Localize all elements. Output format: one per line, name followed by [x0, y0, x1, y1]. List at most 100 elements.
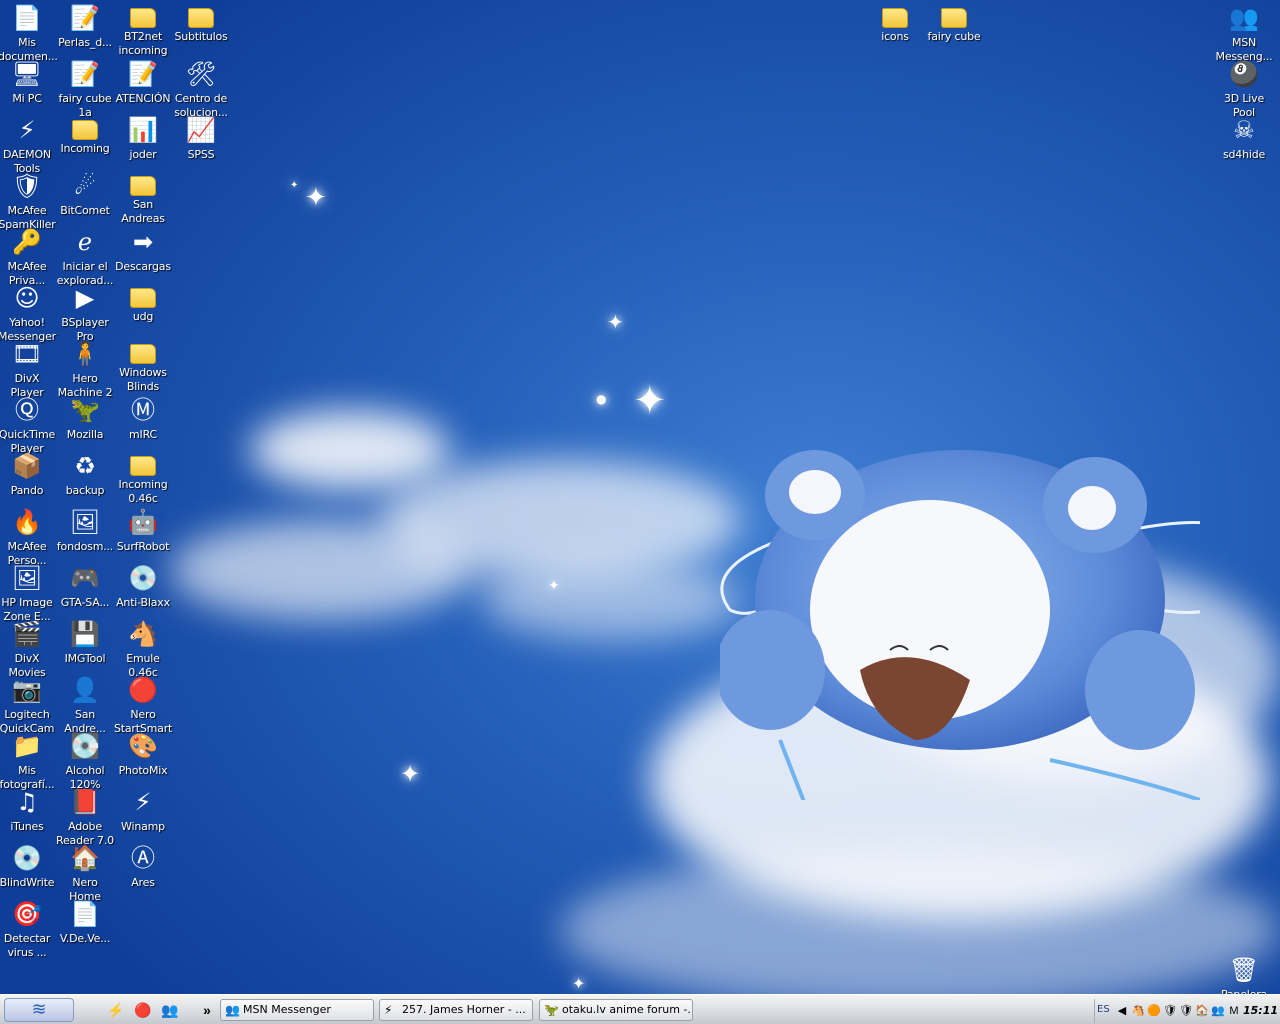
app-icon: 👥 [1229, 4, 1259, 32]
desktop-icon-label: Windows Blinds [119, 366, 167, 393]
sparkle-decoration: ✦ [572, 974, 586, 993]
folder-icon [188, 8, 214, 28]
desktop-icon-bt2net-incoming[interactable]: BT2net incoming [114, 2, 172, 58]
sparkle-decoration: ✦ [607, 310, 624, 334]
desktop-icon-daemon-tools[interactable]: ⚡ DAEMON Tools [0, 114, 56, 176]
sparkle-decoration: ✦ [400, 760, 421, 788]
app-icon: 📝 [70, 60, 100, 88]
desktop-icon-label: ATENCIÓN [115, 92, 171, 105]
desktop-icon-v-de-ve[interactable]: 📄 V.De.Ve... [56, 898, 114, 946]
desktop-icon-incoming[interactable]: Incoming [56, 114, 114, 156]
folder-icon [882, 8, 908, 28]
app-icon: 📈 [186, 116, 216, 144]
desktop-icon-yahoo-messenger[interactable]: ☺ Yahoo! Messenger [0, 282, 56, 344]
quicklaunch-msn-icon[interactable]: 👥 [161, 1001, 179, 1019]
quicklaunch-nero-icon[interactable]: 🔴 [134, 1001, 152, 1019]
desktop-icon-hp-image-zone-e[interactable]: 🖼 HP Image Zone E... [0, 562, 56, 624]
desktop-icon-winamp[interactable]: ⚡ Winamp [114, 786, 172, 834]
desktop-icon-backup[interactable]: ♻ backup [56, 450, 114, 498]
network-tray-icon[interactable]: 🏠 [1195, 1004, 1209, 1018]
desktop-icon-itunes[interactable]: ♫ iTunes [0, 786, 56, 834]
desktop-icon-mcafee-priva[interactable]: 🔑 McAfee Priva... [0, 226, 56, 288]
m-tray-icon[interactable]: M [1227, 1004, 1241, 1018]
desktop-icon-gta-sa[interactable]: 🎮 GTA-SA... [56, 562, 114, 610]
desktop-icon-blindwrite[interactable]: 💿 BlindWrite [0, 842, 56, 890]
app-icon: Ⓠ [15, 396, 39, 424]
desktop-icon-label: Mi PC [12, 92, 42, 105]
app-icon: ⚡ [134, 788, 152, 816]
desktop-icon-hero-machine-2[interactable]: 🧍 Hero Machine 2 [56, 338, 114, 400]
desktop-icon-san-andreas[interactable]: San Andreas [114, 170, 172, 226]
desktop-icon-pando[interactable]: 📦 Pando [0, 450, 56, 498]
msn-tray-icon[interactable]: 👥 [1211, 1004, 1225, 1018]
desktop-icon-mi-pc[interactable]: 🖥 Mi PC [0, 58, 56, 106]
desktop-icon-msn-messeng[interactable]: 👥 MSN Messeng... [1215, 2, 1273, 64]
desktop-icon-divx-player[interactable]: 🎞 DivX Player [0, 338, 56, 400]
desktop-icon-icons[interactable]: icons [866, 2, 924, 44]
desktop-icon-mis-fotograf[interactable]: 📁 Mis fotografí... [0, 730, 56, 792]
desktop-icon-surfrobot[interactable]: 🤖 SurfRobot [114, 506, 172, 554]
desktop-icon-joder[interactable]: 📊 joder [114, 114, 172, 162]
desktop-icon-photomix[interactable]: 🎨 PhotoMix [114, 730, 172, 778]
desktop-icon-mozilla[interactable]: 🦖 Mozilla [56, 394, 114, 442]
desktop-icon-descargas[interactable]: ➡ Descargas [114, 226, 172, 274]
app-icon: 🔴 [128, 676, 158, 704]
desktop-icon-atenci-n[interactable]: 📝 ATENCIÓN [114, 58, 172, 106]
desktop-icon-bitcomet[interactable]: ☄ BitComet [56, 170, 114, 218]
desktop-icon-udg[interactable]: udg [114, 282, 172, 324]
desktop-icon-anti-blaxx[interactable]: 💿 Anti-Blaxx [114, 562, 172, 610]
quicklaunch-overflow-chevron-icon[interactable]: » [198, 1001, 216, 1019]
desktop-icon-papelera[interactable]: 🗑Papelera [1215, 954, 1273, 994]
desktop-icon-adobe-reader-7-0[interactable]: 📕 Adobe Reader 7.0 [56, 786, 114, 848]
desktop-icon-nero-startsmart[interactable]: 🔴 Nero StartSmart [114, 674, 172, 736]
desktop-icon-nero-home[interactable]: 🏠 Nero Home [56, 842, 114, 904]
desktop-icon-iniciar-el-explorad[interactable]: ℯ Iniciar el explorad... [56, 226, 114, 288]
desktop-icon-windows-blinds[interactable]: Windows Blinds [114, 338, 172, 394]
desktop-icon-mis-documen[interactable]: 📄 Mis documen... [0, 2, 58, 64]
desktop-icon-quicktime-player[interactable]: Ⓠ QuickTime Player [0, 394, 56, 456]
desktop-icon-imgtool[interactable]: 💾 IMGTool [56, 618, 114, 666]
desktop-icon-fairy-cube[interactable]: fairy cube [925, 2, 983, 44]
shield-green-tray-icon[interactable]: 🛡 [1179, 1004, 1193, 1018]
desktop-icon-ares[interactable]: Ⓐ Ares [114, 842, 172, 890]
taskbar-button-msn-messenger[interactable]: 👥 MSN Messenger [220, 999, 374, 1021]
tray-arrow-icon[interactable]: ◀ [1115, 1004, 1129, 1018]
taskbar-button-winamp-track[interactable]: ⚡ 257. James Horner - ... [379, 999, 533, 1021]
desktop-icon-label: Perlas_d... [58, 36, 112, 49]
desktop-icon-label: Winamp [121, 820, 165, 833]
desktop-icon-bsplayer-pro[interactable]: ▶ BSplayer Pro [56, 282, 114, 344]
desktop-icon-incoming-0-46c[interactable]: Incoming 0.46c [114, 450, 172, 506]
tray-orange-icon[interactable]: 🟠 [1147, 1004, 1161, 1018]
app-icon: ☄ [74, 172, 96, 200]
emule-tray-icon[interactable]: 🐴 [1131, 1004, 1145, 1018]
desktop-icon-sd4hide[interactable]: ☠ sd4hide [1215, 114, 1273, 162]
desktop-icon-fondosm[interactable]: 🖼 fondosm... [56, 506, 114, 554]
shield-tray-icon[interactable]: 🛡 [1163, 1004, 1177, 1018]
desktop-icon-alcohol-120[interactable]: 💽 Alcohol 120% [56, 730, 114, 792]
desktop-icon-detectar-virus[interactable]: 🎯 Detectar virus ... [0, 898, 56, 960]
desktop-icon-spss[interactable]: 📈 SPSS [172, 114, 230, 162]
language-indicator[interactable]: ES [1097, 1004, 1110, 1015]
desktop-icon-centro-de-solucion[interactable]: 🛠 Centro de solucion... [172, 58, 230, 120]
start-button[interactable]: ≋ [4, 998, 74, 1022]
taskbar-button-browser-forum[interactable]: 🦖 otaku.lv anime forum -... [539, 999, 693, 1021]
app-icon: 📁 [12, 732, 42, 760]
desktop-icon-mcafee-spamkiller[interactable]: 🛡 McAfee SpamKiller [0, 170, 56, 232]
desktop-icon-mcafee-perso[interactable]: 🔥 McAfee Perso... [0, 506, 56, 568]
wallpaper-cloud [250, 410, 450, 490]
folder-icon [130, 456, 156, 476]
desktop-icon-logitech-quickcam[interactable]: 📷 Logitech QuickCam [0, 674, 56, 736]
desktop-icon-mirc[interactable]: ⓂmIRC [114, 394, 172, 442]
desktop-icon-emule-0-46c[interactable]: 🐴 Emule 0.46c [114, 618, 172, 680]
folder-icon [130, 288, 156, 308]
quicklaunch-winamp-icon[interactable]: ⚡ [107, 1001, 125, 1019]
clock[interactable]: 15:11 [1243, 1004, 1278, 1017]
desktop-icon-label: udg [132, 310, 154, 323]
start-logo-icon: ≋ [31, 999, 47, 1020]
desktop-icon-divx-movies[interactable]: 🎬 DivX Movies [0, 618, 56, 680]
desktop-icon-perlas-d[interactable]: 📝 Perlas_d... [56, 2, 114, 50]
desktop-icon-san-andre[interactable]: 👤 San Andre... [56, 674, 114, 736]
desktop-icon-subtitulos[interactable]: Subtitulos [172, 2, 230, 44]
desktop-icon-3d-live-pool[interactable]: 🎱 3D Live Pool [1215, 58, 1273, 120]
desktop-icon-fairy-cube-1a[interactable]: 📝 fairy cube 1a [56, 58, 114, 120]
